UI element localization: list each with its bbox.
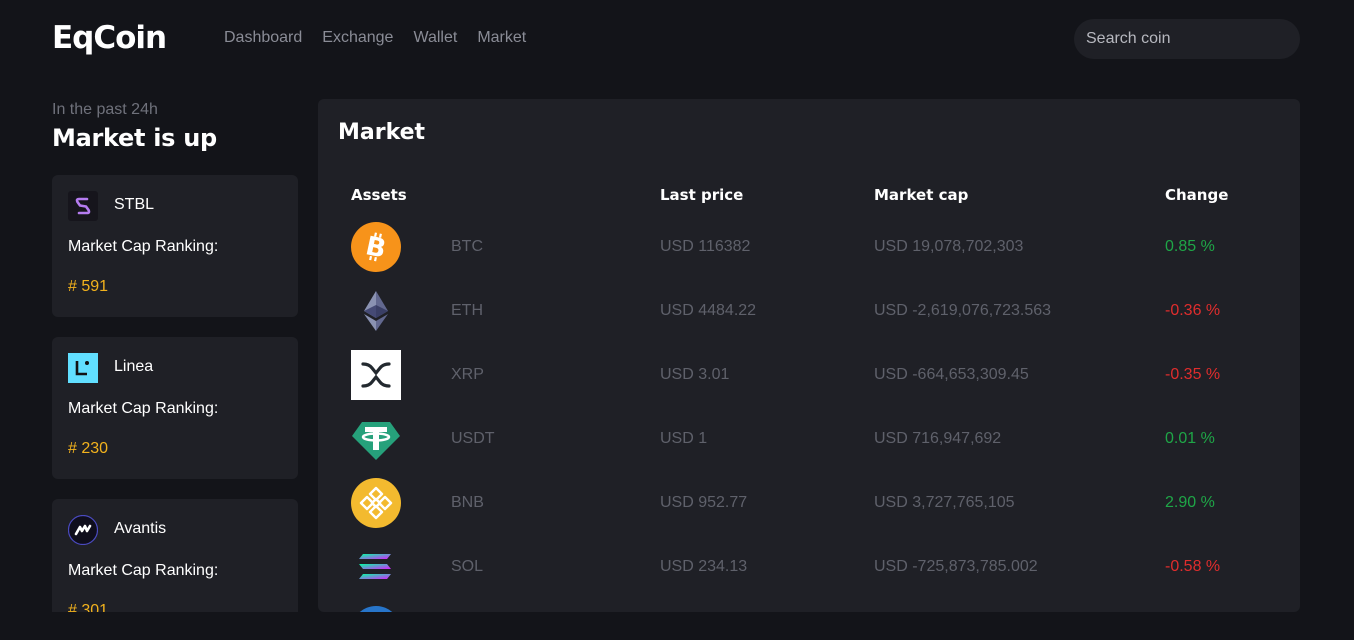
last-price: USD 1 <box>660 430 708 447</box>
solana-icon <box>351 542 401 592</box>
last-price: USD 234.13 <box>660 558 748 575</box>
change-value: 0.01 % <box>1165 430 1215 447</box>
header-change: Change <box>1165 186 1229 204</box>
table-row[interactable]: XRP USD 3.01 USD -664,653,309.45 -0.35 % <box>318 350 1300 414</box>
linea-icon <box>68 353 98 383</box>
last-price: USD 4484.22 <box>660 302 757 319</box>
coin-name: STBL <box>114 196 155 213</box>
change-value: 2.90 % <box>1165 494 1215 511</box>
table-row[interactable]: USDT USD 1 USD 716,947,692 0.01 % <box>318 414 1300 478</box>
coin-icon <box>351 606 401 612</box>
change-value: -0.58 % <box>1165 558 1221 575</box>
market-title: Market <box>338 120 426 145</box>
table-row[interactable]: ETH USD 4484.22 USD -2,619,076,723.563 -… <box>318 286 1300 350</box>
asset-symbol: USDT <box>451 430 495 447</box>
nav-market[interactable]: Market <box>477 29 526 47</box>
rank-value: # 230 <box>68 440 109 457</box>
stbl-icon <box>68 191 98 221</box>
coin-card[interactable]: Avantis Market Cap Ranking: # 301 <box>52 499 298 612</box>
market-cap: USD 3,727,765,105 <box>874 494 1015 511</box>
coin-name: Linea <box>114 358 154 375</box>
last-price: USD 116382 <box>660 238 751 255</box>
asset-symbol: BNB <box>451 494 484 511</box>
xrp-icon <box>351 350 401 400</box>
coin-card[interactable]: Linea Market Cap Ranking: # 230 <box>52 337 298 479</box>
header-assets: Assets <box>351 186 407 204</box>
coin-card[interactable]: STBL Market Cap Ranking: # 591 <box>52 175 298 317</box>
main-nav: Dashboard Exchange Wallet Market <box>224 29 526 47</box>
market-cap: USD -664,653,309.45 <box>874 366 1029 383</box>
header-market-cap: Market cap <box>874 186 969 204</box>
coin-name: Avantis <box>114 520 167 537</box>
change-value: -0.35 % <box>1165 366 1221 383</box>
asset-symbol: XRP <box>451 366 484 383</box>
table-row[interactable]: B BTC USD 116382 USD 19,078,702,303 0.85… <box>318 222 1300 286</box>
market-panel: Market Assets Last price Market cap Chan… <box>318 99 1300 612</box>
last-price: USD 952.77 <box>660 494 748 511</box>
page: EqCoin Dashboard Exchange Wallet Market … <box>0 0 1354 640</box>
change-value: 0.85 % <box>1165 238 1215 255</box>
table-row[interactable]: SOL USD 234.13 USD -725,873,785.002 -0.5… <box>318 542 1300 606</box>
asset-symbol: ETH <box>451 302 483 319</box>
ethereum-icon <box>351 286 401 336</box>
avantis-icon <box>68 515 98 545</box>
summary-headline: Market is up <box>52 124 217 152</box>
tether-icon <box>351 414 401 464</box>
change-value: -0.36 % <box>1165 302 1221 319</box>
trending-list: STBL Market Cap Ranking: # 591 Linea Mar… <box>52 175 298 612</box>
nav-exchange[interactable]: Exchange <box>322 29 393 47</box>
nav-dashboard[interactable]: Dashboard <box>224 29 302 47</box>
rank-value: # 591 <box>68 278 109 295</box>
asset-symbol: BTC <box>451 238 483 255</box>
bitcoin-icon: B <box>351 222 401 272</box>
rank-label: Market Cap Ranking: <box>68 562 219 579</box>
rank-value: # 301 <box>68 602 109 612</box>
rank-label: Market Cap Ranking: <box>68 400 219 417</box>
summary-subtitle: In the past 24h <box>52 101 158 118</box>
search-input[interactable] <box>1074 19 1300 59</box>
table-row[interactable]: BNB USD 952.77 USD 3,727,765,105 2.90 % <box>318 478 1300 542</box>
market-cap: USD 19,078,702,303 <box>874 238 1024 255</box>
last-price: USD 3.01 <box>660 366 730 383</box>
market-cap: USD -2,619,076,723.563 <box>874 302 1052 319</box>
header-last-price: Last price <box>660 186 744 204</box>
nav-wallet[interactable]: Wallet <box>413 29 457 47</box>
market-cap: USD 716,947,692 <box>874 430 1002 447</box>
app-logo[interactable]: EqCoin <box>52 20 167 56</box>
asset-symbol: SOL <box>451 558 484 575</box>
market-cap: USD -725,873,785.002 <box>874 558 1038 575</box>
table-row[interactable] <box>318 606 1300 612</box>
bnb-icon <box>351 478 401 528</box>
rank-label: Market Cap Ranking: <box>68 238 219 255</box>
